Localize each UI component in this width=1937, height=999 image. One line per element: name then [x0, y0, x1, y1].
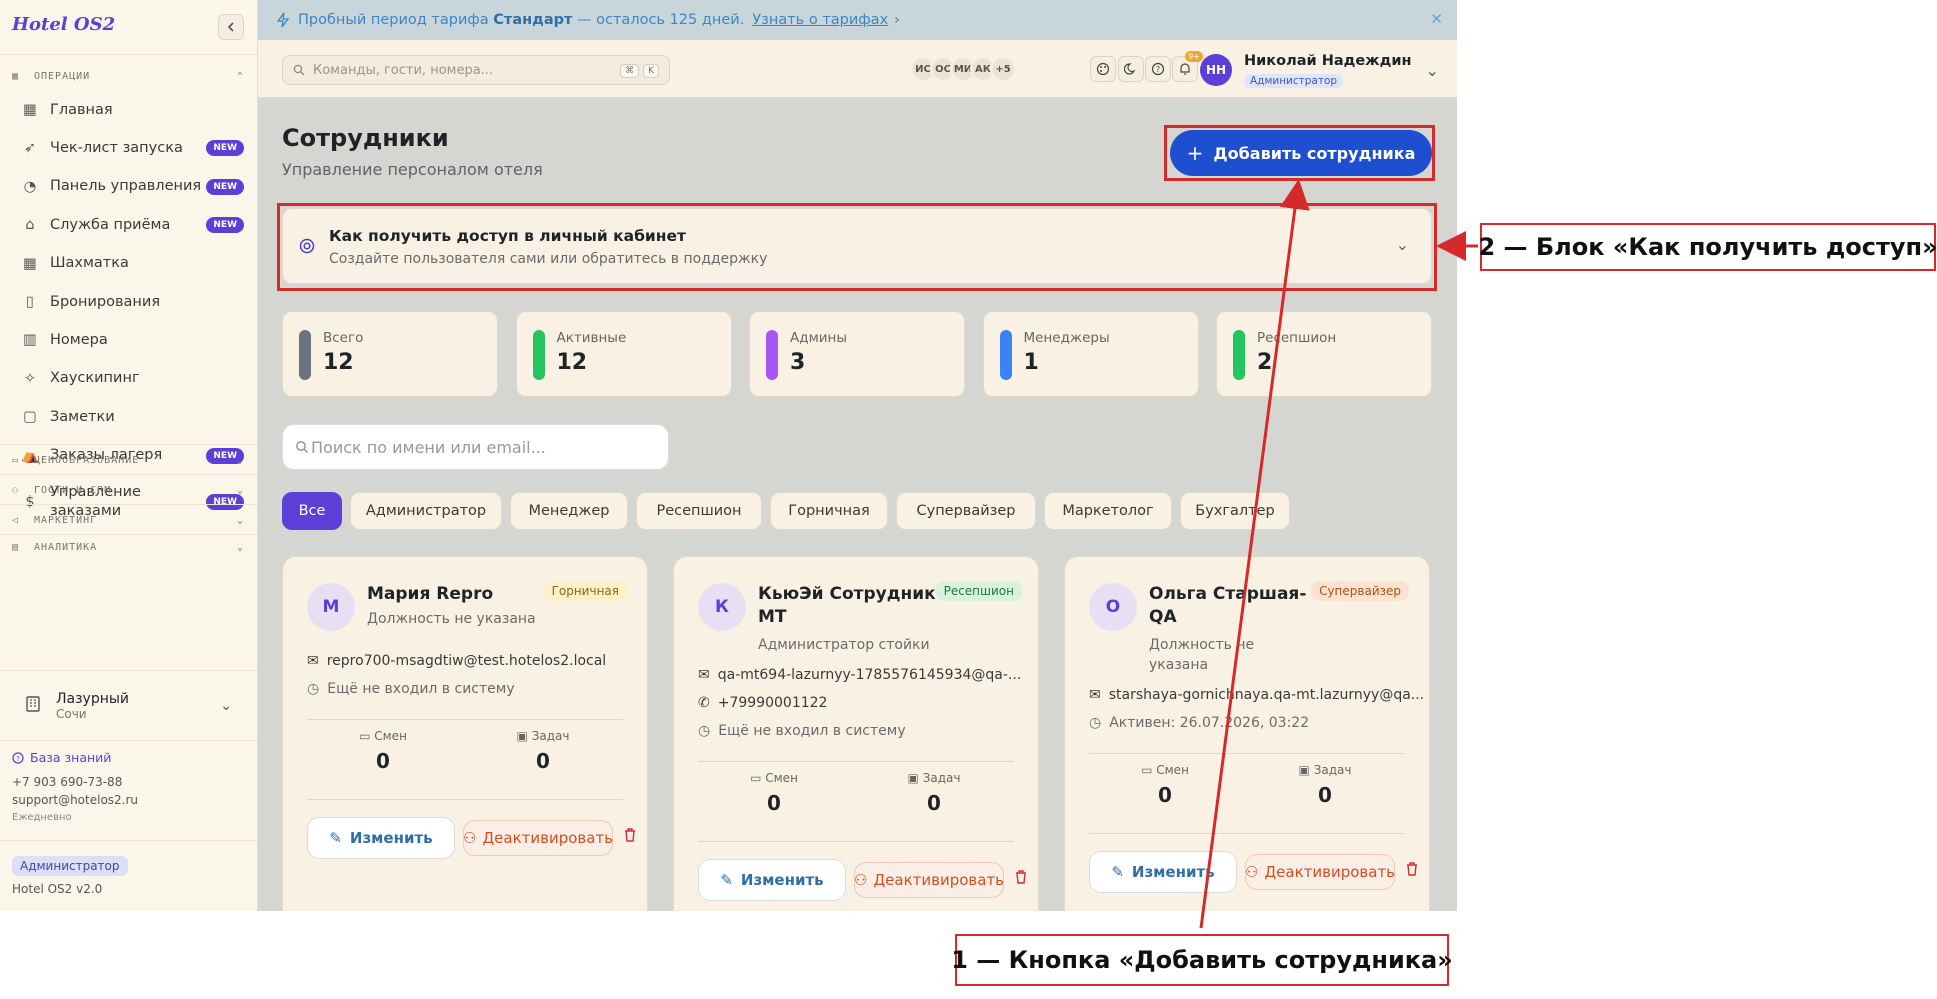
callout-add-button: 1 — Кнопка «Добавить сотрудника» [951, 934, 1453, 986]
annotation-arrows [1199, 179, 1478, 929]
arrow-to-add-button [1199, 179, 1310, 929]
callout-access-block: 2 — Блок «Как получить доступ» [1478, 223, 1937, 271]
